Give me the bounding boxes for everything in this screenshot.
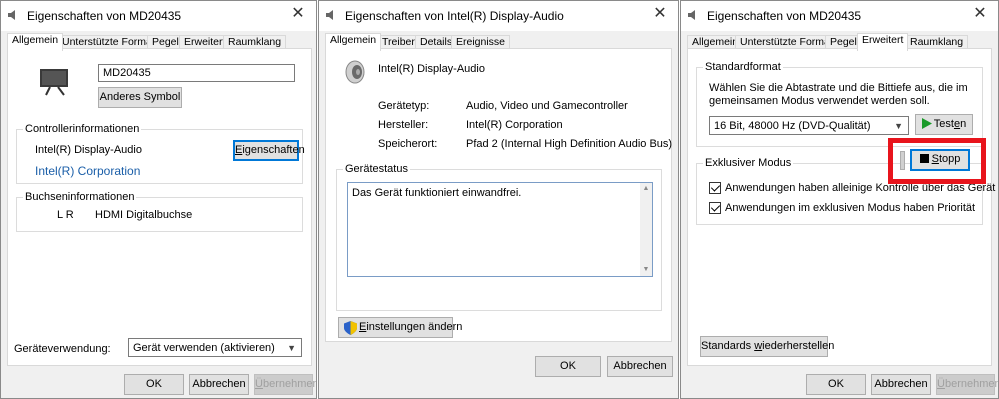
jack-type: HDMI Digitalbuchse [95,209,193,221]
close-icon[interactable]: ✕ [652,6,668,22]
ok-button[interactable]: OK [535,356,601,377]
accel-char: S [931,153,939,165]
tab-panel: Intel(R) Display-Audio Gerätetyp: Audio,… [325,48,672,342]
button-label: bernehmen [262,378,317,390]
button-label: igenschaften [242,144,305,156]
format-description-line1: Wählen Sie die Abtastrate und die Bittie… [709,82,968,94]
status-text: Das Gerät funktioniert einwandfrei. [352,187,522,199]
stop-icon [919,154,929,163]
monitor-icon [40,69,68,96]
manufacturer-label: Hersteller: [378,119,429,131]
controller-name: Intel(R) Display-Audio [35,144,142,156]
checkbox-label: Anwendungen im exklusiven Modus haben Pr… [725,202,976,214]
speaker-icon [326,10,333,20]
usage-dropdown[interactable]: Gerät verwenden (aktivieren) ▼ [128,338,302,357]
close-icon[interactable]: ✕ [972,6,988,22]
button-label: instellungen ändern [366,321,463,333]
button-label: Test [933,118,954,130]
accel-char: Ü [255,378,263,390]
chevron-down-icon: ▼ [894,121,903,131]
window-title: Eigenschaften von MD20435 [27,9,182,23]
ok-button[interactable]: OK [124,374,184,395]
group-title: Buchseninformationen [23,191,137,203]
apply-button[interactable]: Übernehmen [254,374,316,395]
stop-button[interactable]: Stopp [910,149,970,171]
device-type-value: Audio, Video und Gamecontroller [466,100,628,112]
format-value: 16 Bit, 48000 Hz (DVD-Qualität) [714,120,871,132]
button-label: n [960,118,967,130]
tab-erweitert[interactable]: Erweitert [857,33,909,51]
tab-raumklang[interactable]: Raumklang [223,35,287,49]
speaker-icon [688,10,695,20]
controller-info-group: Controllerinformationen Intel(R) Display… [16,123,305,184]
title-bar[interactable]: Eigenschaften von MD20435 ✕ [681,1,998,31]
group-title: Gerätestatus [343,163,410,175]
properties-button[interactable]: Eigenschaften [233,140,305,161]
manufacturer-link[interactable]: Intel(R) Corporation [35,164,140,178]
close-icon[interactable]: ✕ [290,6,306,22]
change-icon-button[interactable]: Anderes Symbol [98,87,182,108]
usage-label: Geräteverwendung: [14,343,111,355]
audio-device-icon [345,60,365,84]
location-label: Speicherort: [378,138,438,150]
device-status-group: Gerätestatus Das Gerät funktioniert einw… [336,163,662,311]
format-description-line2: gemeinsamen Modus verwendet werden soll. [709,95,930,107]
accel-char: Ü [937,378,945,390]
tab-allgemein[interactable]: Allgemein [325,33,382,51]
device-status-textarea[interactable]: Das Gerät funktioniert einwandfrei. ▲ ▼ [347,182,653,277]
speaker-icon [8,10,15,20]
tab-ereignisse[interactable]: Ereignisse [451,35,511,49]
device-name: Intel(R) Display-Audio [378,63,485,75]
button-label: topp [938,153,961,165]
location-value: Pfad 2 (Internal High Definition Audio B… [466,138,673,150]
window-title: Eigenschaften von Intel(R) Display-Audio [345,9,564,23]
change-settings-button[interactable]: Einstellungen ändern [338,317,462,338]
apply-button[interactable]: Übernehmen [936,374,998,395]
group-title: Controllerinformationen [23,123,142,135]
button-label: bernehmen [944,378,999,390]
scroll-up-icon[interactable]: ▲ [640,183,652,195]
shield-icon [344,321,357,335]
default-format-group: Standardformat Wählen Sie die Abtastrate… [696,61,983,147]
jack-channels: L R [57,209,74,221]
cancel-button[interactable]: Abbrechen [189,374,249,395]
tab-treiber[interactable]: Treiber [377,35,420,49]
title-bar[interactable]: Eigenschaften von MD20435 ✕ [1,1,316,31]
test-button[interactable]: Testen [915,114,973,135]
usage-value: Gerät verwenden (aktivieren) [133,342,275,354]
manufacturer-value: Intel(R) Corporation [466,119,563,131]
device-properties-window: Eigenschaften von Intel(R) Display-Audio… [318,0,679,399]
stop-button-edge [900,151,905,170]
format-dropdown[interactable]: 16 Bit, 48000 Hz (DVD-Qualität) ▼ [709,116,909,135]
button-label: iederherstellen [762,340,835,352]
exclusive-priority-checkbox[interactable]: Anwendungen im exklusiven Modus haben Pr… [709,202,975,214]
accel-char: w [754,340,763,352]
device-name-field[interactable]: MD20435 [98,64,295,82]
play-icon [921,118,932,129]
group-title: Standardformat [703,61,783,73]
chevron-down-icon: ▼ [287,343,296,353]
restore-defaults-button[interactable]: Standards wiederherstellen [700,336,834,357]
cancel-button[interactable]: Abbrechen [607,356,673,377]
tab-raumklang[interactable]: Raumklang [905,35,969,49]
ok-button[interactable]: OK [806,374,866,395]
title-bar[interactable]: Eigenschaften von Intel(R) Display-Audio… [319,1,678,31]
checkbox-checked[interactable] [709,202,721,214]
scrollbar[interactable]: ▲ ▼ [640,183,652,276]
scroll-down-icon[interactable]: ▼ [640,264,652,276]
tab-panel: MD20435 Anderes Symbol Controllerinforma… [7,48,312,366]
group-title: Exklusiver Modus [703,157,794,169]
checkbox-checked[interactable] [709,182,721,194]
cancel-button[interactable]: Abbrechen [871,374,931,395]
jack-info-group: Buchseninformationen L R HDMI Digitalbuc… [16,191,303,232]
window-title: Eigenschaften von MD20435 [707,9,862,23]
tab-panel: Standardformat Wählen Sie die Abtastrate… [687,48,995,366]
tab-allgemein[interactable]: Allgemein [7,33,64,51]
advanced-properties-window: Eigenschaften von MD20435 ✕ Allgemein Un… [680,0,999,399]
button-label: Standards [701,340,755,352]
device-type-label: Gerätetyp: [378,100,430,112]
speaker-properties-window: Eigenschaften von MD20435 ✕ Allgemein Un… [0,0,317,399]
